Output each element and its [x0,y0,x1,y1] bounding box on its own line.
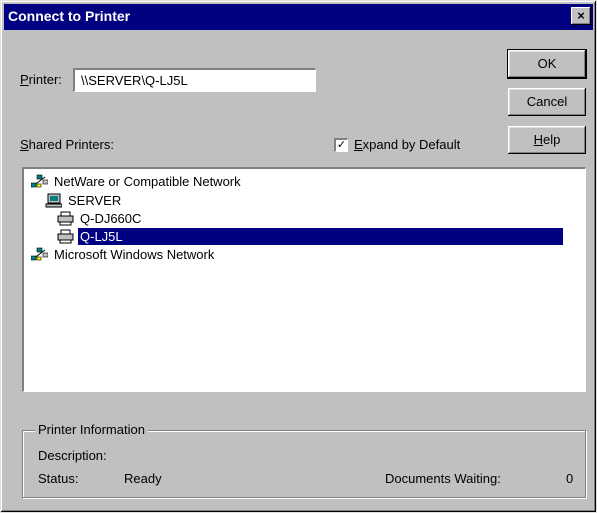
tree-item-label: Q-LJ5L [78,228,563,245]
close-icon: × [577,8,585,23]
title-bar[interactable]: Connect to Printer × [4,4,593,30]
documents-waiting-label: Documents Waiting: [385,471,501,486]
tree-item-server[interactable]: SERVER [45,192,123,209]
tree-item-q-dj660c[interactable]: Q-DJ660C [57,210,143,227]
tree-item-netware[interactable]: NetWare or Compatible Network [31,173,243,190]
cancel-button[interactable]: Cancel [508,88,586,116]
dialog-window: Connect to Printer × Printer: \\SERVER\Q… [0,0,597,513]
tree-item-microsoft-network[interactable]: Microsoft Windows Network [31,246,216,263]
window-title: Connect to Printer [8,8,131,24]
tree-item-label: Microsoft Windows Network [54,247,215,262]
documents-waiting-value: 0 [566,471,574,486]
checkmark-icon: ✓ [336,139,347,151]
shared-printers-label: Shared Printers: [20,137,114,152]
close-button[interactable]: × [571,7,591,25]
help-button[interactable]: Help [508,126,586,154]
tree-item-label: SERVER [68,193,122,208]
printer-path-input[interactable]: \\SERVER\Q-LJ5L [73,68,316,92]
tree-item-label: Q-DJ660C [80,211,142,226]
shared-printers-tree[interactable]: NetWare or Compatible Network SERVER Q-D… [22,167,586,392]
expand-by-default-label[interactable]: Expand by Default [354,137,460,152]
tree-item-q-lj5l[interactable]: Q-LJ5L [57,228,563,245]
printer-information-group: Printer Information Description: Status:… [22,422,586,498]
printer-icon [57,211,74,226]
server-icon [45,193,62,208]
network-icon [31,247,48,261]
printer-label: Printer: [20,72,62,87]
description-label: Description: [38,448,107,463]
status-value: Ready [124,471,162,486]
tree-item-label: NetWare or Compatible Network [54,174,241,189]
status-label: Status: [38,471,79,486]
printer-information-title: Printer Information [35,422,148,437]
ok-button[interactable]: OK [507,49,587,79]
printer-icon [57,229,74,244]
network-icon [31,174,48,188]
expand-by-default-checkbox[interactable]: ✓ [334,138,348,152]
